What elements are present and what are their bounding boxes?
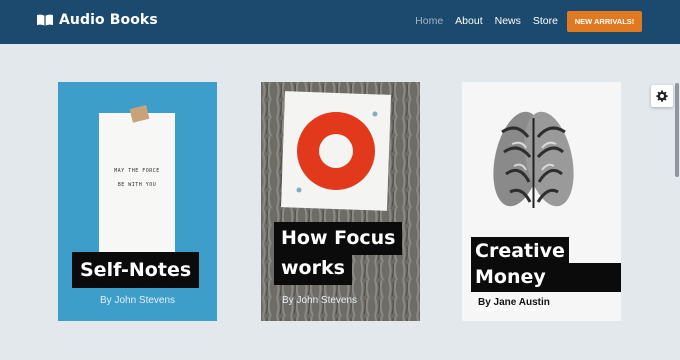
nav-about-link[interactable]: About (455, 15, 482, 27)
cover-illustration-target (261, 82, 420, 321)
book-title-line-1: Creative (471, 237, 569, 266)
main-nav: Home About News Store (415, 15, 558, 27)
note-text-line-1: MAY THE FORCE (114, 168, 160, 174)
top-navbar: Audio Books Home About News Store NEW AR… (0, 0, 680, 44)
nav-home-link[interactable]: Home (415, 15, 443, 27)
gear-icon (656, 90, 668, 102)
brand-name: Audio Books (59, 12, 158, 28)
nav-news-link[interactable]: News (495, 15, 521, 27)
book-title: Self-Notes (72, 252, 200, 288)
book-title-line-1: How Focus (274, 222, 403, 255)
note-text-line-2: BE WITH YOU (117, 182, 157, 188)
open-book-icon (37, 14, 53, 26)
book-card-creative-money-tactics[interactable]: Creative Money Tactics By Jane Austin (462, 82, 621, 321)
book-title-line-2: works (274, 253, 352, 285)
settings-button[interactable] (651, 85, 673, 107)
new-arrivals-button[interactable]: NEW ARRIVALS! (567, 11, 642, 32)
book-author: By Jane Austin (478, 297, 550, 308)
nav-store-link[interactable]: Store (533, 15, 558, 27)
scrollbar-thumb[interactable] (675, 83, 679, 177)
book-author: By John Stevens (100, 295, 176, 306)
book-author: By John Stevens (282, 295, 358, 306)
book-title-line-2: Money Tactics (471, 263, 621, 316)
book-card-self-notes[interactable]: MAY THE FORCE BE WITH YOU Self-Notes By … (58, 82, 217, 321)
book-card-how-focus-works[interactable]: How Focus works By John Stevens (261, 82, 420, 321)
brand-logo[interactable]: Audio Books (37, 12, 158, 28)
